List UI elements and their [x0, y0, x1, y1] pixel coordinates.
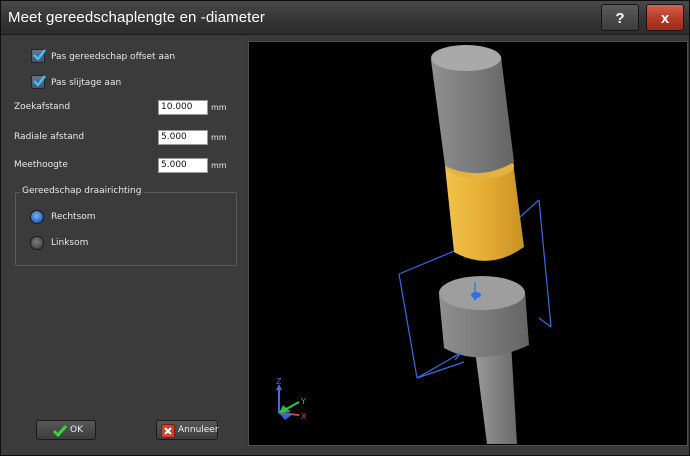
radial-distance-label: Radiale afstand: [14, 132, 85, 142]
cancel-label: Annuleer: [178, 425, 219, 435]
title-bar: Meet gereedschaplengte en -diameter ? x: [1, 1, 689, 35]
checkmark-icon: [52, 425, 68, 437]
adjust-wear-checkbox[interactable]: [31, 75, 46, 89]
axis-x-label: X: [301, 412, 307, 421]
checkmark-icon: [33, 75, 46, 87]
search-distance-label: Zoekafstand: [14, 102, 71, 112]
probe-disk: [439, 276, 529, 358]
measure-height-input[interactable]: 5.000: [158, 158, 208, 173]
search-distance-input[interactable]: 10.000: [158, 100, 208, 115]
clockwise-radio[interactable]: [30, 210, 44, 224]
tool-measure-preview: Z Y X: [276, 45, 552, 444]
help-button[interactable]: ?: [601, 4, 639, 31]
adjust-tool-offset-checkbox[interactable]: [31, 49, 46, 63]
settings-panel: Pas gereedschap offset aan Pas slijtage …: [1, 35, 246, 455]
measure-height-unit: mm: [211, 161, 227, 170]
measure-height-label: Meethoogte: [14, 160, 68, 170]
cancel-icon: [161, 424, 175, 438]
cancel-button[interactable]: Annuleer: [156, 420, 219, 440]
checkmark-icon: [33, 49, 46, 61]
clockwise-label: Rechtsom: [51, 212, 96, 222]
counterclockwise-label: Linksom: [51, 238, 89, 248]
dialog-window: Meet gereedschaplengte en -diameter ? x …: [0, 0, 690, 456]
ok-button[interactable]: OK: [36, 420, 96, 440]
axis-triad: Z Y X: [276, 377, 307, 421]
axis-y-label: Y: [300, 397, 306, 406]
axis-z-label: Z: [276, 377, 282, 386]
counterclockwise-radio[interactable]: [30, 236, 44, 250]
adjust-tool-offset-label: Pas gereedschap offset aan: [51, 52, 176, 62]
probe-stem: [474, 342, 517, 444]
adjust-wear-label: Pas slijtage aan: [51, 78, 122, 88]
close-button[interactable]: x: [646, 4, 684, 31]
rotation-direction-group: [15, 192, 237, 266]
tool-shank: [431, 45, 514, 174]
rotation-direction-title: Gereedschap draairichting: [20, 186, 144, 196]
ok-label: OK: [70, 425, 83, 435]
search-distance-unit: mm: [211, 103, 227, 112]
preview-viewport[interactable]: Z Y X: [248, 41, 688, 446]
window-title: Meet gereedschaplengte en -diameter: [8, 9, 265, 26]
radial-distance-unit: mm: [211, 133, 227, 142]
radial-distance-input[interactable]: 5.000: [158, 130, 208, 145]
